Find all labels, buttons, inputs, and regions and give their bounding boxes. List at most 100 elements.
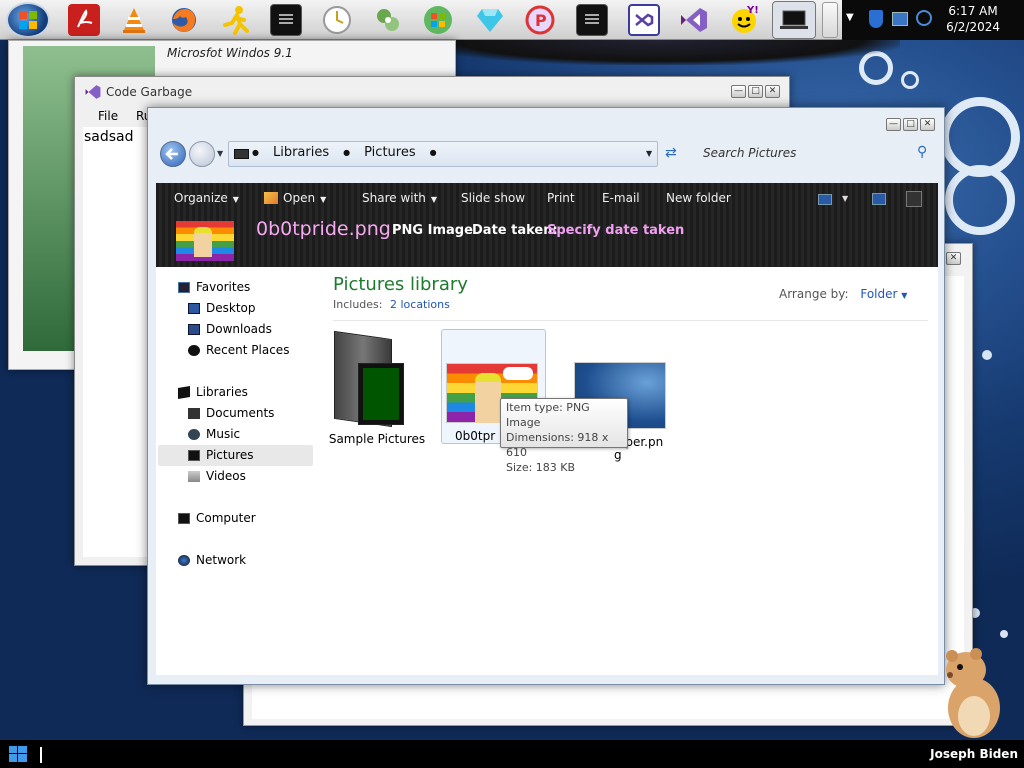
item-tooltip: Item type: PNG Image Dimensions: 918 x 6… <box>500 398 628 474</box>
preview-pane-icon[interactable] <box>872 193 886 205</box>
tooltip-size: Size: 183 KB <box>506 461 576 474</box>
taskbar-scroll[interactable] <box>822 2 838 38</box>
help-icon[interactable] <box>906 191 922 207</box>
system-tray: ▼ 6:17 AM 6/2/2024 <box>842 0 1024 40</box>
share-with-button[interactable]: Share with ▼ <box>362 191 437 205</box>
console-icon[interactable] <box>576 4 608 36</box>
sysmon-icon[interactable] <box>372 4 404 36</box>
window-controls: — □ ✕ <box>886 118 935 131</box>
clock-date: 6/2/2024 <box>946 20 1000 34</box>
nav-favorites[interactable]: Favorites <box>178 280 250 294</box>
yahoo-icon[interactable]: Y! <box>728 4 760 36</box>
organize-button[interactable]: Organize ▼ <box>174 191 239 205</box>
command-bar: Organize ▼ Open ▼ Share with ▼ Slide show P… <box>156 183 938 267</box>
open-button[interactable]: Open ▼ <box>264 191 326 205</box>
includes-link[interactable]: 2 locations <box>390 298 450 311</box>
visual-studio-icon[interactable] <box>678 4 710 36</box>
windows-logo-icon[interactable] <box>422 4 454 36</box>
slide-show-button[interactable]: Slide show <box>461 191 525 205</box>
nav-computer[interactable]: Computer <box>178 511 256 525</box>
nav-documents[interactable]: Documents <box>188 406 274 420</box>
nav-music[interactable]: Music <box>188 427 240 441</box>
thumb-speech-bubble <box>503 367 533 380</box>
decor-dot <box>1000 630 1008 638</box>
maximize-icon[interactable]: □ <box>903 118 918 131</box>
minimize-icon[interactable]: — <box>731 85 746 98</box>
close-icon[interactable]: ✕ <box>946 252 961 265</box>
print-button[interactable]: Print <box>547 191 575 205</box>
search-input[interactable]: Search Pictures <box>703 146 796 160</box>
new-folder-button[interactable]: New folder <box>666 191 731 205</box>
minimize-icon[interactable]: — <box>886 118 901 131</box>
crumb-libraries[interactable]: Libraries <box>273 145 329 160</box>
views-dropdown-icon[interactable]: ▼ <box>842 194 848 203</box>
volume-icon[interactable] <box>916 10 932 26</box>
user-name[interactable]: Joseph Biden <box>930 747 1018 761</box>
code-window-title: Code Garbage <box>106 85 193 99</box>
code-text: sadsad <box>84 129 134 145</box>
arrange-row: Arrange by: Folder ▼ <box>779 287 907 301</box>
tray-arrow-icon[interactable]: ▼ <box>846 12 854 23</box>
history-dropdown-icon[interactable]: ▼ <box>217 149 223 158</box>
nav-downloads[interactable]: Downloads <box>188 322 272 336</box>
glow-bar <box>420 40 900 65</box>
arrange-dropdown[interactable]: Folder ▼ <box>860 287 907 301</box>
vlc-icon[interactable] <box>118 4 150 36</box>
nav-music-label: Music <box>206 427 241 441</box>
refresh-icon[interactable]: ⇄ <box>665 145 677 161</box>
network-globe-icon <box>178 554 190 566</box>
clock[interactable]: 6:17 AM 6/2/2024 <box>946 3 1000 35</box>
close-icon[interactable]: ✕ <box>765 85 780 98</box>
content-pane: Pictures library Includes: 2 locations A… <box>323 267 938 675</box>
windows-start-icon[interactable] <box>9 746 27 762</box>
desktop-icon <box>188 302 200 314</box>
svg-text:P: P <box>535 11 547 30</box>
aim-icon[interactable] <box>220 4 252 36</box>
address-bar-row: ▼ ● Libraries ● Pictures ● ▼ ⇄ Search Pi… <box>156 138 938 170</box>
item-label: 0b0tpr <box>455 429 496 443</box>
nav-network[interactable]: Network <box>178 553 246 567</box>
detail-date-value[interactable]: Specify date taken <box>547 223 684 238</box>
network-icon[interactable] <box>892 12 908 26</box>
hamster-mascot[interactable] <box>936 646 1006 740</box>
acrobat-icon[interactable] <box>68 4 100 36</box>
menu-file[interactable]: File <box>98 109 118 123</box>
start-orb-icon[interactable] <box>6 2 50 38</box>
nav-libraries-label: Libraries <box>196 385 248 399</box>
firefox-icon[interactable] <box>168 4 200 36</box>
clock-time: 6:17 AM <box>948 4 998 18</box>
crumb-pictures[interactable]: Pictures <box>364 145 415 160</box>
header-divider <box>333 320 928 321</box>
clock-icon[interactable] <box>321 4 353 36</box>
nav-videos-label: Videos <box>206 469 246 483</box>
console-icon[interactable] <box>270 4 302 36</box>
nav-pictures[interactable]: Pictures <box>188 448 254 462</box>
close-icon[interactable]: ✕ <box>920 118 935 131</box>
decor-dot <box>982 350 992 360</box>
nav-libraries[interactable]: Libraries <box>178 385 248 399</box>
search-icon[interactable]: ⚲ <box>917 144 927 160</box>
thumb-character <box>194 227 212 257</box>
visual-studio-icon[interactable] <box>628 4 660 36</box>
nav-desktop[interactable]: Desktop <box>188 301 256 315</box>
shield-icon[interactable] <box>869 10 883 28</box>
email-label: E-mail <box>602 191 640 205</box>
nav-videos[interactable]: Videos <box>188 469 246 483</box>
address-dropdown-icon[interactable]: ▼ <box>646 149 652 158</box>
pixel-icon[interactable]: P <box>524 4 556 36</box>
maximize-icon[interactable]: □ <box>748 85 763 98</box>
item-sample-pictures[interactable]: Sample Pictures <box>327 330 425 446</box>
forward-button[interactable] <box>189 141 215 167</box>
laptop-icon[interactable] <box>772 1 816 39</box>
back-button[interactable] <box>160 141 186 167</box>
breadcrumb: ● Libraries ● Pictures ● <box>252 145 437 160</box>
explorer-window[interactable]: — □ ✕ ▼ ● Libraries ● Pictures ● ▼ ⇄ Searc… <box>147 107 945 685</box>
nav-downloads-label: Downloads <box>206 322 272 336</box>
email-button[interactable]: E-mail <box>602 191 640 205</box>
gem-icon[interactable] <box>474 4 506 36</box>
includes-label: Includes: <box>333 298 383 311</box>
search-box[interactable]: Search Pictures ⚲ <box>703 141 935 167</box>
bg-window-title: Microsfot Windos 9.1 <box>167 46 293 60</box>
nav-recent[interactable]: Recent Places <box>188 343 289 357</box>
views-icon[interactable] <box>818 194 832 205</box>
